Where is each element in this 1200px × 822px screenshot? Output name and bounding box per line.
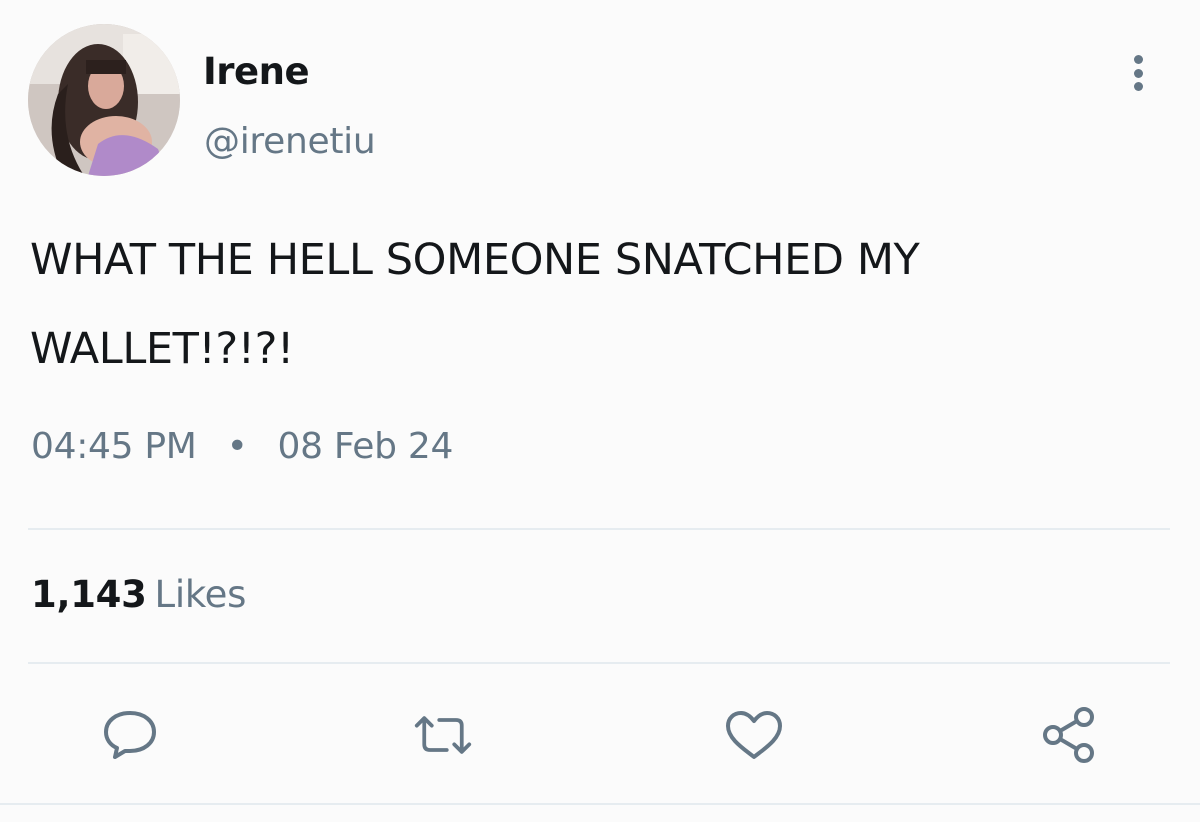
tweet-time: 04:45 PM xyxy=(31,426,197,467)
user-handle[interactable]: @irenetiu xyxy=(204,121,376,162)
tweet-card: Irene @irenetiu WHAT THE HELL SOMEONE SN… xyxy=(0,0,1200,822)
more-options-icon[interactable] xyxy=(1118,50,1158,96)
tweet-text: WHAT THE HELL SOMEONE SNATCHED MY WALLET… xyxy=(30,235,920,374)
likes-stat[interactable]: 1,143 Likes xyxy=(31,573,246,616)
tweet-date: 08 Feb 24 xyxy=(277,426,454,467)
timestamp-separator: • xyxy=(226,426,248,467)
avatar[interactable] xyxy=(28,24,180,176)
likes-count: 1,143 xyxy=(31,573,147,616)
share-icon[interactable] xyxy=(1039,705,1099,765)
avatar-photo xyxy=(28,24,180,176)
display-name[interactable]: Irene xyxy=(203,50,310,93)
divider xyxy=(28,528,1170,530)
tweet-timestamp: 04:45 PM • 08 Feb 24 xyxy=(31,426,453,467)
likes-label: Likes xyxy=(154,573,247,616)
divider xyxy=(0,803,1200,805)
retweet-icon[interactable] xyxy=(413,705,473,765)
like-icon[interactable] xyxy=(724,705,784,765)
reply-icon[interactable] xyxy=(100,705,160,765)
divider xyxy=(28,662,1170,664)
